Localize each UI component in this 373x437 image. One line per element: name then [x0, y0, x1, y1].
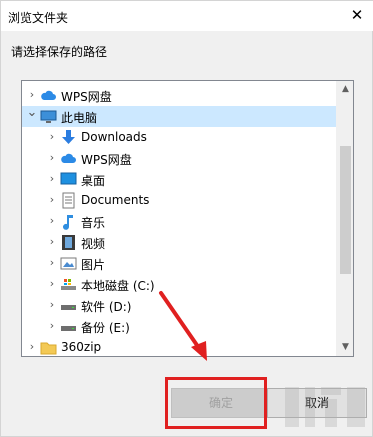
chevron-right-icon[interactable]: ›	[46, 193, 58, 207]
tree-item[interactable]: › Documents	[22, 190, 337, 211]
scroll-up-icon[interactable]: ▲	[337, 81, 353, 98]
chevron-right-icon[interactable]: ›	[46, 319, 58, 333]
chevron-right-icon[interactable]: ›	[46, 256, 58, 270]
chevron-right-icon[interactable]: ›	[46, 151, 58, 165]
chevron-right-icon[interactable]: ›	[46, 298, 58, 312]
scroll-down-icon[interactable]: ▼	[337, 339, 353, 356]
tree-item[interactable]: › 360zip	[22, 337, 337, 356]
browse-folder-dialog: 浏览文件夹 ✕ 请选择保存的路径 › WPS网盘 ⌄ 此电脑 › Downloads › WP…	[0, 0, 373, 437]
tree-item[interactable]: ⌄ 此电脑	[22, 106, 337, 127]
tree-item[interactable]: › 备份 (E:)	[22, 316, 337, 337]
tree-item[interactable]: › WPS网盘	[22, 85, 337, 106]
tree-item-label: 此电脑	[61, 111, 98, 125]
tree-item-label: 本地磁盘 (C:)	[81, 279, 155, 293]
scrollbar-thumb[interactable]	[340, 146, 351, 274]
folder-tree[interactable]: › WPS网盘 ⌄ 此电脑 › Downloads › WPS网盘 › 桌面 › Documents ›…	[21, 80, 354, 357]
tree-item[interactable]: › 音乐	[22, 211, 337, 232]
tree-item[interactable]: › 软件 (D:)	[22, 295, 337, 316]
film-icon	[60, 234, 77, 251]
tree-item-label: 图片	[81, 258, 106, 272]
chevron-right-icon[interactable]: ›	[26, 340, 38, 354]
drive-icon	[60, 297, 77, 314]
chevron-right-icon[interactable]: ›	[46, 130, 58, 144]
tree-item-label: WPS网盘	[81, 153, 132, 167]
folder-icon	[40, 339, 57, 356]
tree-item-label: Downloads	[81, 130, 147, 144]
vertical-scrollbar[interactable]: ▲ ▼	[336, 81, 353, 356]
drive-icon	[60, 318, 77, 335]
tree-item-label: 视频	[81, 237, 106, 251]
prompt-text: 请选择保存的路径	[11, 45, 108, 59]
cloud-icon	[60, 150, 77, 167]
chevron-right-icon[interactable]: ›	[46, 277, 58, 291]
tree-item-label: 备份 (E:)	[81, 321, 130, 335]
title-bar: 浏览文件夹 ✕	[1, 1, 373, 31]
tree-item[interactable]: › 图片	[22, 253, 337, 274]
cloud-icon	[40, 87, 57, 104]
tree-item-label: WPS网盘	[61, 90, 112, 104]
tree-item-label: 软件 (D:)	[81, 300, 132, 314]
tree-item[interactable]: › Downloads	[22, 127, 337, 148]
dialog-title: 浏览文件夹	[8, 11, 69, 25]
tree-item-label: 桌面	[81, 174, 106, 188]
music-note-icon	[60, 213, 77, 230]
annotation-highlight-box	[165, 377, 267, 429]
chevron-right-icon[interactable]: ›	[46, 214, 58, 228]
desktop-icon	[60, 171, 77, 188]
tree-item-label: 音乐	[81, 216, 106, 230]
download-arrow-icon	[60, 129, 77, 146]
tree-item[interactable]: › 本地磁盘 (C:)	[22, 274, 337, 295]
picture-icon	[60, 255, 77, 272]
tree-item[interactable]: › WPS网盘	[22, 148, 337, 169]
document-icon	[60, 192, 77, 209]
chevron-down-icon[interactable]: ⌄	[26, 106, 38, 120]
chevron-right-icon[interactable]: ›	[26, 88, 38, 102]
tree-item[interactable]: › 视频	[22, 232, 337, 253]
system-drive-icon	[60, 276, 77, 293]
tree-item-label: Documents	[81, 193, 150, 207]
computer-icon	[40, 108, 57, 125]
tree-item[interactable]: › 桌面	[22, 169, 337, 190]
close-icon[interactable]: ✕	[346, 5, 368, 25]
watermark-logo	[285, 387, 365, 427]
chevron-right-icon[interactable]: ›	[46, 172, 58, 186]
tree-item-label: 360zip	[61, 340, 102, 354]
chevron-right-icon[interactable]: ›	[46, 235, 58, 249]
